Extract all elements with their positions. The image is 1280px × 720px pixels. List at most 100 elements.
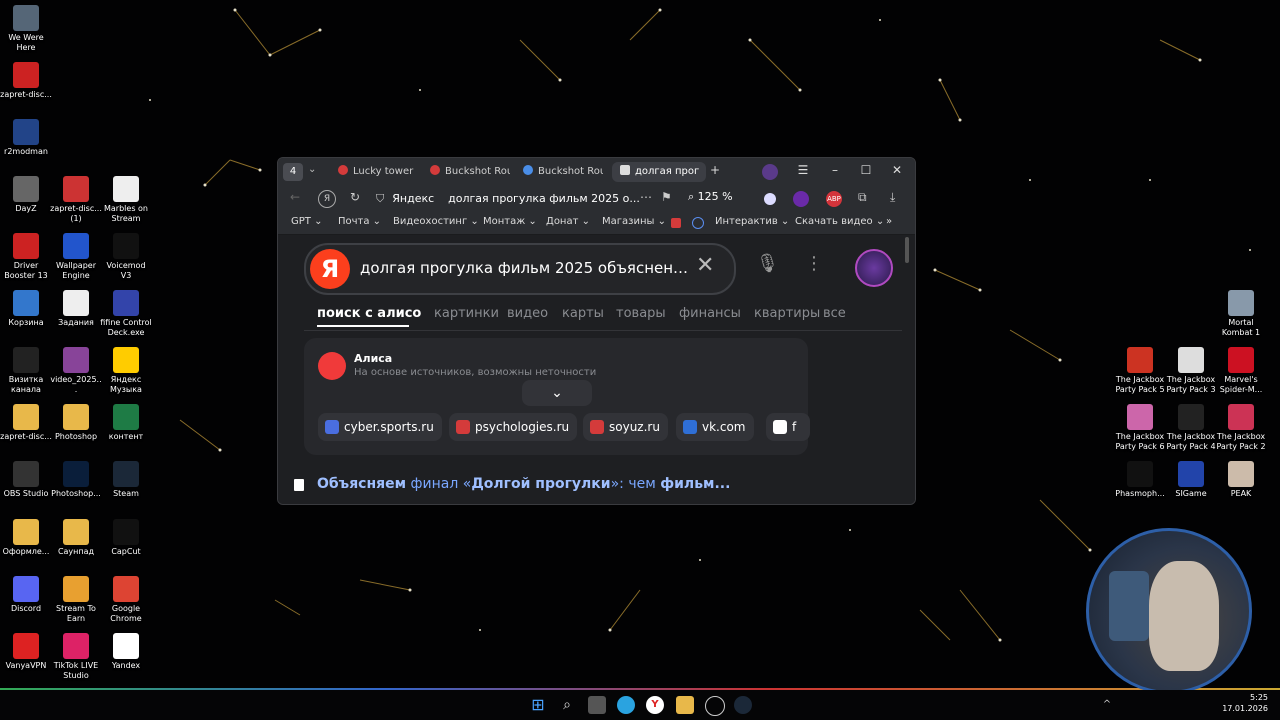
search-box[interactable]: Я долгая прогулка фильм 2025 объяснени..… <box>304 243 736 295</box>
expand-chevron-icon[interactable]: ⌄ <box>522 380 592 406</box>
bookmark-icon[interactable]: ⚑ <box>661 190 672 204</box>
yandex-browser-taskbar-icon[interactable]: Y <box>646 696 664 714</box>
tab-lucky-tower[interactable]: Lucky tower <box>338 162 418 182</box>
desktop-icon[interactable]: Яндекс Музыка <box>100 347 152 395</box>
steam-taskbar-icon[interactable] <box>734 696 752 714</box>
desktop-icon[interactable]: Mortal Kombat 1 <box>1215 290 1267 338</box>
menu-hamburger-icon[interactable]: ☰ <box>794 163 812 177</box>
desktop-icon[interactable]: VanyaVPN <box>0 633 52 671</box>
desktop-icon[interactable]: Wallpaper Engine <box>50 233 102 281</box>
reload-icon[interactable]: ↻ <box>350 190 360 204</box>
desktop-icon[interactable]: Discord <box>0 576 52 614</box>
desktop-icon[interactable]: zapret-disc... <box>0 404 52 442</box>
shield-icon[interactable]: ⛉ <box>376 192 384 205</box>
desktop-icon[interactable]: The Jackbox Party Pack 3 <box>1165 347 1217 395</box>
chevron-down-icon[interactable]: ⌄ <box>308 164 316 175</box>
search-result-title-link[interactable]: Объясняем финал «Долгой прогулки»: чем ф… <box>317 476 730 492</box>
desktop-icon[interactable]: zapret-disc... (1) <box>50 176 102 224</box>
source-chip-soyuz[interactable]: soyuz.ru <box>583 413 668 441</box>
tab-products[interactable]: товары <box>616 306 666 321</box>
adblock-icon[interactable]: ABP <box>826 191 842 207</box>
tab-alisa-search[interactable]: поиск с алисо <box>317 306 421 321</box>
desktop-icon[interactable]: CapCut <box>100 519 152 557</box>
alisa-answer-card[interactable]: Алиса На основе источников, возможны нет… <box>304 338 810 455</box>
bookmark-montazh[interactable]: Монтаж ⌄ <box>483 216 537 227</box>
close-window-icon[interactable]: ✕ <box>888 163 906 177</box>
taskbar-date[interactable]: 17.01.2026 <box>1220 704 1268 713</box>
tab-count-badge[interactable]: 4 <box>283 163 303 181</box>
desktop-icon[interactable]: zapret-disc... <box>0 62 52 100</box>
tab-buckshot-1[interactable]: Buckshot Rou <box>430 162 510 182</box>
desktop-icon[interactable]: Photoshop... <box>50 461 102 499</box>
desktop-icon[interactable]: Саунпад <box>50 519 102 557</box>
desktop-icon[interactable]: r2modman <box>0 119 52 157</box>
tab-apartments[interactable]: квартиры <box>754 306 820 321</box>
desktop-icon[interactable]: OBS Studio <box>0 461 52 499</box>
address-bar[interactable]: ⛉ Яндекс долгая прогулка фильм 2025 о... <box>376 189 676 209</box>
more-dots-icon[interactable]: ⋯ <box>640 190 652 204</box>
more-vertical-icon[interactable]: ⋮ <box>805 253 823 274</box>
source-chip-psychologies[interactable]: psychologies.ru <box>449 413 578 441</box>
bookmark-interaktiv[interactable]: Интерактив ⌄ <box>715 216 789 227</box>
tray-chevron-up-icon[interactable]: ^ <box>1098 696 1116 714</box>
desktop-icon[interactable]: Driver Booster 13 <box>0 233 52 281</box>
yandex-browser-window[interactable]: 4 ⌄ Lucky tower Buckshot Rou Buckshot Ro… <box>277 157 916 505</box>
bookmark-gpt[interactable]: GPT ⌄ <box>291 216 322 227</box>
desktop-icon[interactable]: fifine Control Deck.exe <box>100 290 152 338</box>
tab-buckshot-2[interactable]: Buckshot Rou <box>523 162 603 182</box>
desktop-icon[interactable]: The Jackbox Party Pack 5 <box>1114 347 1166 395</box>
desktop-icon[interactable]: We Were Here <box>0 5 52 53</box>
desktop-icon[interactable]: The Jackbox Party Pack 4 <box>1165 404 1217 452</box>
windows-start-icon[interactable]: ⊞ <box>529 696 547 714</box>
bookmark-pochta[interactable]: Почта ⌄ <box>338 216 381 227</box>
desktop-icon[interactable]: The Jackbox Party Pack 2 <box>1215 404 1267 452</box>
maximize-icon[interactable]: ☐ <box>857 163 875 177</box>
bookmark-magaziny[interactable]: Магазины ⌄ <box>602 216 666 227</box>
desktop-icon[interactable]: Визитка канала <box>0 347 52 395</box>
zoom-indicator[interactable]: ⌕ 125 % <box>688 190 733 204</box>
microphone-icon[interactable]: 🎙 <box>756 253 779 274</box>
taskbar-time[interactable]: 5:25 <box>1230 693 1268 702</box>
collections-icon[interactable]: ⧉ <box>858 190 867 205</box>
desktop-icon[interactable]: The Jackbox Party Pack 6 <box>1114 404 1166 452</box>
desktop-icon[interactable]: Voicemod V3 <box>100 233 152 281</box>
file-explorer-icon[interactable] <box>676 696 694 714</box>
desktop-icon[interactable]: Оформле... <box>0 519 52 557</box>
tab-images[interactable]: картинки <box>434 306 499 321</box>
desktop-icon[interactable]: Задания <box>50 290 102 328</box>
source-chip-vk[interactable]: vk.com <box>676 413 754 441</box>
desktop-icon[interactable]: Photoshop <box>50 404 102 442</box>
download-icon[interactable]: ⤓ <box>890 190 895 205</box>
task-view-icon[interactable] <box>588 696 606 714</box>
desktop-icon[interactable]: Google Chrome <box>100 576 152 624</box>
bookmark-donat[interactable]: Донат ⌄ <box>546 216 590 227</box>
tab-all[interactable]: все <box>823 306 846 321</box>
desktop-icon[interactable]: Marvel's Spider-M... <box>1215 347 1267 395</box>
bookmark-skachat-video[interactable]: Скачать видео ⌄ <box>795 216 884 227</box>
more-bookmarks-icon[interactable]: » <box>886 216 892 227</box>
bookmark-globe-icon[interactable] <box>692 217 704 229</box>
tab-dolgaya-progulka[interactable]: долгая прог✕ <box>612 162 706 182</box>
desktop-icon[interactable]: DayZ <box>0 176 52 214</box>
back-arrow-icon[interactable]: ← <box>290 190 300 204</box>
search-input[interactable]: долгая прогулка фильм 2025 объяснени... <box>360 259 690 277</box>
desktop-icon[interactable]: SIGame <box>1165 461 1217 499</box>
desktop-icon[interactable]: контент <box>100 404 152 442</box>
bookmark-videohosting[interactable]: Видеохостинг ⌄ <box>393 216 479 227</box>
tab-video[interactable]: видео <box>507 306 548 321</box>
obs-taskbar-icon[interactable] <box>705 696 725 716</box>
desktop-icon[interactable]: Phasmoph... <box>1114 461 1166 499</box>
telegram-icon[interactable] <box>617 696 635 714</box>
taskbar-search-icon[interactable]: ⌕ <box>558 696 576 714</box>
yandex-logo-icon[interactable]: Я <box>318 190 336 208</box>
source-chip-cyber-sports[interactable]: cyber.sports.ru <box>318 413 442 441</box>
user-avatar[interactable] <box>855 249 893 287</box>
yandex-logo[interactable]: Я <box>310 249 350 289</box>
alice-icon[interactable] <box>764 193 776 205</box>
profile-avatar-icon[interactable] <box>762 164 778 180</box>
desktop-icon[interactable]: TikTok LIVE Studio <box>50 633 102 681</box>
desktop-icon[interactable]: Steam <box>100 461 152 499</box>
bookmark-favicon-icon[interactable] <box>671 218 681 228</box>
new-tab-plus-icon[interactable]: + <box>706 163 724 177</box>
tab-maps[interactable]: карты <box>562 306 604 321</box>
